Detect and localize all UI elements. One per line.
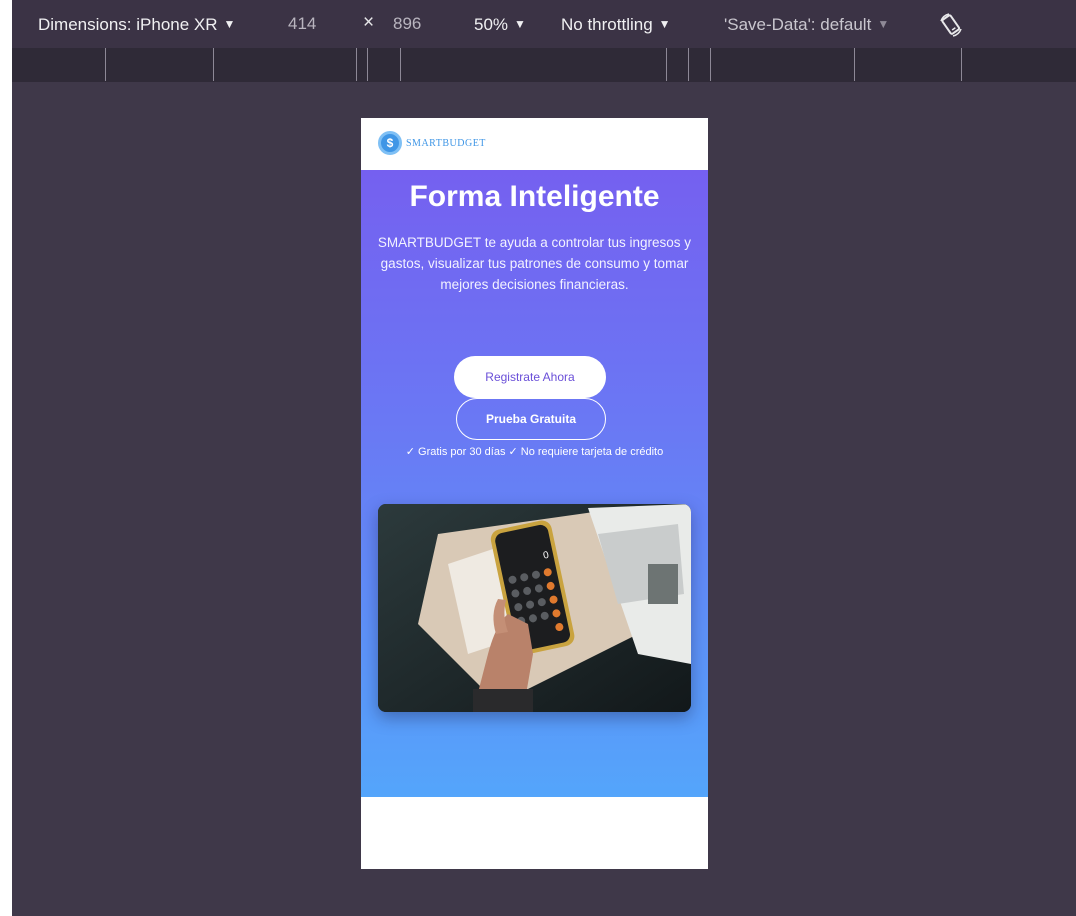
dollar-coin-icon: $ — [378, 131, 402, 155]
throttling-select[interactable]: No throttling ▼ — [561, 14, 671, 35]
site-header: $ SMARTBUDGET — [361, 118, 708, 170]
device-viewport: $ SMARTBUDGET Forma Inteligente SMARTBUD… — [361, 118, 708, 869]
devtools-frame: Dimensions: iPhone XR ▼ 414 × 896 50% ▼ No… — [12, 0, 1076, 916]
zoom-label: 50% — [474, 15, 509, 34]
hero-note: ✓ Gratis por 30 días ✓ No requiere tarje… — [405, 446, 664, 458]
device-toolbar: Dimensions: iPhone XR ▼ 414 × 896 50% ▼ No… — [12, 0, 1076, 48]
caret-down-icon: ▼ — [514, 17, 526, 31]
media-query-marker[interactable] — [854, 48, 855, 81]
media-query-marker[interactable] — [688, 48, 689, 81]
save-data-select[interactable]: 'Save-Data': default ▼ — [724, 14, 889, 35]
free-trial-button[interactable]: Prueba Gratuita — [456, 398, 606, 440]
hero-title: Forma Inteligente — [409, 180, 660, 213]
media-query-marker[interactable] — [400, 48, 401, 81]
device-select-label: Dimensions: iPhone XR — [38, 15, 218, 34]
device-select[interactable]: Dimensions: iPhone XR ▼ — [38, 14, 235, 35]
media-query-marker[interactable] — [356, 48, 357, 81]
logo-text: SMARTBUDGET — [406, 137, 486, 149]
throttling-label: No throttling — [561, 15, 653, 34]
media-query-marker[interactable] — [105, 48, 106, 81]
hero-section: Forma Inteligente SMARTBUDGET te ayuda a… — [361, 170, 708, 797]
hero-image: 0 — [378, 504, 691, 712]
media-query-marker[interactable] — [666, 48, 667, 81]
hero-description: SMARTBUDGET te ayuda a controlar tus ing… — [377, 235, 692, 292]
save-data-label: 'Save-Data': default — [724, 15, 872, 34]
rotate-icon[interactable] — [937, 11, 965, 39]
hand-calculator-illustration: 0 — [378, 504, 691, 712]
zoom-select[interactable]: 50% ▼ — [474, 14, 526, 35]
media-query-marker[interactable] — [367, 48, 368, 81]
width-input[interactable]: 414 — [288, 14, 316, 34]
register-button[interactable]: Registrate Ahora — [454, 356, 606, 398]
caret-down-icon: ▼ — [877, 17, 890, 31]
height-input[interactable]: 896 — [393, 14, 421, 34]
media-query-marker[interactable] — [710, 48, 711, 81]
caret-down-icon: ▼ — [223, 17, 236, 31]
media-query-marker[interactable] — [213, 48, 214, 81]
times-icon: × — [363, 12, 375, 33]
caret-down-icon: ▼ — [658, 17, 671, 31]
media-query-marker[interactable] — [961, 48, 962, 81]
site-logo[interactable]: $ SMARTBUDGET — [378, 131, 486, 155]
media-query-bar[interactable] — [12, 48, 1076, 82]
